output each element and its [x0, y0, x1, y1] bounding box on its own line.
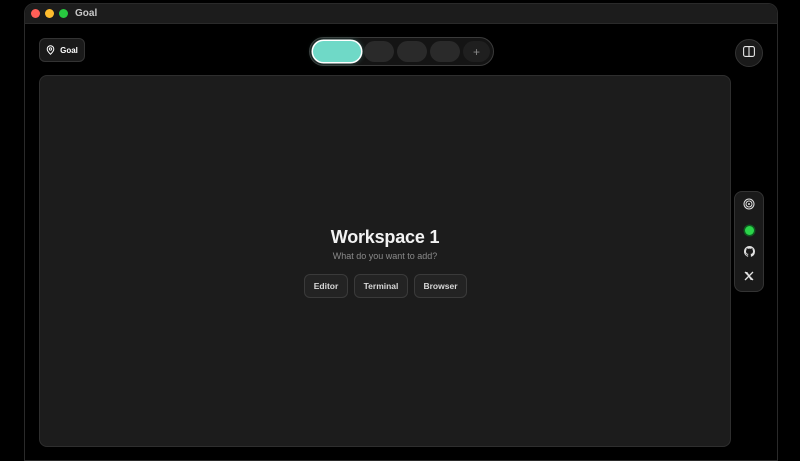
goal-button[interactable]: Goal — [39, 38, 85, 62]
x-button[interactable] — [740, 268, 758, 286]
split-panel-icon — [743, 44, 755, 62]
app-window: Goal Goal + Workspace 1 What do you want… — [24, 3, 778, 461]
x-logo-icon — [744, 268, 754, 286]
github-icon — [743, 244, 755, 262]
tab-4[interactable] — [430, 41, 460, 62]
location-pin-icon — [46, 45, 55, 55]
status-dot — [744, 225, 754, 235]
browser-button[interactable]: Browser — [414, 274, 467, 298]
terminal-button[interactable]: Terminal — [354, 274, 408, 298]
tab-2[interactable] — [364, 41, 394, 62]
goal-button-label: Goal — [60, 45, 78, 55]
close-window-button[interactable] — [31, 9, 40, 18]
window-title: Goal — [75, 8, 98, 19]
side-rail — [734, 191, 764, 292]
tab-1[interactable] — [313, 41, 361, 62]
panel-toggle-button[interactable] — [735, 39, 763, 67]
minimize-window-button[interactable] — [45, 9, 54, 18]
maximize-window-button[interactable] — [59, 9, 68, 18]
editor-button[interactable]: Editor — [304, 274, 348, 298]
github-button[interactable] — [740, 244, 758, 262]
title-bar: Goal — [25, 4, 777, 24]
target-button[interactable] — [740, 197, 758, 215]
status-indicator[interactable] — [740, 221, 758, 239]
workspace-title: Workspace 1 — [330, 227, 440, 247]
workspace-subtitle: What do you want to add? — [332, 251, 438, 261]
workspace-panel: Workspace 1 What do you want to add? Edi… — [39, 75, 731, 447]
add-tab-button[interactable]: + — [463, 41, 490, 62]
tab-strip: + — [309, 37, 494, 66]
tab-3[interactable] — [397, 41, 427, 62]
target-icon — [743, 197, 755, 215]
